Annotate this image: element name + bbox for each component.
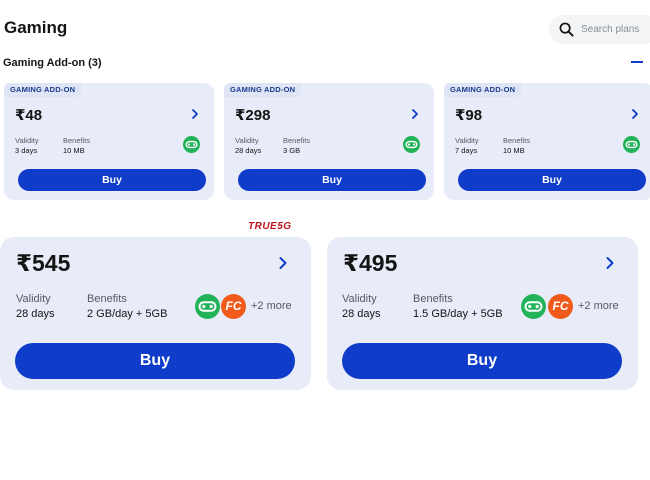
fancode-icon: FC xyxy=(221,294,246,319)
benefits-value: 3 GB xyxy=(283,146,301,155)
minus-icon[interactable] xyxy=(631,61,643,63)
buy-button[interactable]: Buy xyxy=(238,169,426,191)
benefits-value: 1.5 GB/day + 5GB xyxy=(413,308,503,320)
buy-button[interactable]: Buy xyxy=(15,343,295,379)
page-title: Gaming xyxy=(4,18,68,37)
plan-card[interactable]: ₹495 Validity 28 days Benefits 1.5 GB/da… xyxy=(327,237,638,390)
plan-price: ₹545 xyxy=(16,250,71,276)
section-header[interactable]: Gaming Add-on (3) xyxy=(3,55,650,71)
buy-button[interactable]: Buy xyxy=(18,169,206,191)
search-input[interactable] xyxy=(581,24,650,35)
addon-card[interactable]: GAMING ADD-ON ₹298 Validity 28 days Bene… xyxy=(224,83,434,200)
benefits-value: 10 MB xyxy=(63,146,85,155)
true5g-badge: TRUE5G xyxy=(248,221,292,232)
chevron-right-icon[interactable] xyxy=(410,108,420,120)
benefits-label: Benefits xyxy=(503,136,531,145)
gamepad-icon xyxy=(521,294,546,319)
validity-label: Validity xyxy=(455,136,479,145)
chevron-right-icon[interactable] xyxy=(604,256,616,270)
benefits-value: 2 GB/day + 5GB xyxy=(87,308,168,320)
chevron-right-icon[interactable] xyxy=(630,108,640,120)
validity-value: 28 days xyxy=(235,146,262,155)
fancode-icon: FC xyxy=(548,294,573,319)
gamepad-icon xyxy=(623,136,640,153)
plan-card[interactable]: ₹545 Validity 28 days Benefits 2 GB/day … xyxy=(0,237,311,390)
validity-value: 28 days xyxy=(16,308,55,320)
plan-price: ₹495 xyxy=(343,250,398,276)
addon-card[interactable]: GAMING ADD-ON ₹98 Validity 7 days Benefi… xyxy=(444,83,650,200)
buy-button[interactable]: Buy xyxy=(458,169,646,191)
buy-button[interactable]: Buy xyxy=(342,343,622,379)
gamepad-icon xyxy=(195,294,220,319)
gamepad-icon xyxy=(183,136,200,153)
addon-tag: GAMING ADD-ON xyxy=(444,83,522,97)
search-icon xyxy=(559,22,574,37)
page: Gaming Gaming Add-on (3) GAMING ADD-ON ₹… xyxy=(0,0,650,480)
more-benefits[interactable]: +2 more xyxy=(251,300,292,312)
gamepad-icon xyxy=(403,136,420,153)
search-box[interactable] xyxy=(549,15,650,44)
validity-label: Validity xyxy=(342,293,377,305)
addon-price: ₹48 xyxy=(15,107,43,124)
addon-tag: GAMING ADD-ON xyxy=(4,83,82,97)
validity-label: Validity xyxy=(15,136,39,145)
benefits-label: Benefits xyxy=(413,293,453,305)
validity-value: 3 days xyxy=(15,146,38,155)
validity-label: Validity xyxy=(16,293,51,305)
benefits-label: Benefits xyxy=(63,136,91,145)
benefits-value: 10 MB xyxy=(503,146,525,155)
chevron-right-icon[interactable] xyxy=(277,256,289,270)
section-title: Gaming Add-on (3) xyxy=(3,57,102,69)
validity-label: Validity xyxy=(235,136,259,145)
addon-card[interactable]: GAMING ADD-ON ₹48 Validity 3 days Benefi… xyxy=(4,83,214,200)
more-benefits[interactable]: +2 more xyxy=(578,300,619,312)
chevron-right-icon[interactable] xyxy=(190,108,200,120)
benefits-label: Benefits xyxy=(87,293,127,305)
benefits-label: Benefits xyxy=(283,136,311,145)
validity-value: 28 days xyxy=(342,308,381,320)
validity-value: 7 days xyxy=(455,146,478,155)
addon-price: ₹98 xyxy=(455,107,483,124)
addon-price: ₹298 xyxy=(235,107,271,124)
addon-tag: GAMING ADD-ON xyxy=(224,83,302,97)
